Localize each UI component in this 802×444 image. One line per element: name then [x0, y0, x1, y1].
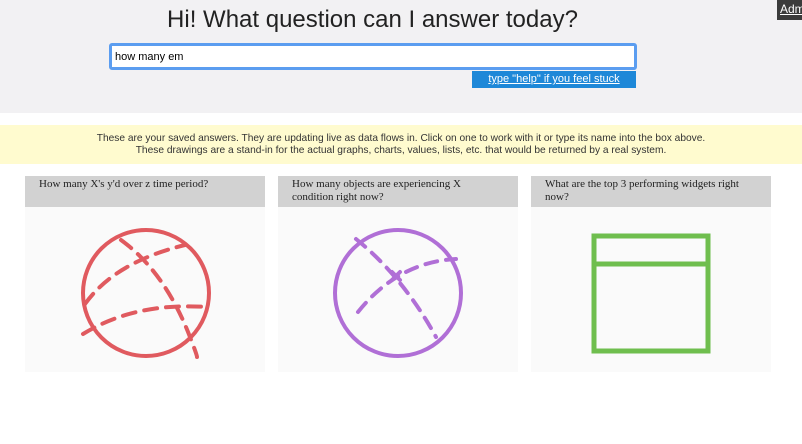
admin-link[interactable]: Admin [777, 0, 802, 20]
saved-answers-notice: These are your saved answers. They are u… [0, 125, 802, 164]
help-button[interactable]: type "help" if you feel stuck [472, 71, 636, 88]
notice-line-2: These drawings are a stand-in for the ac… [135, 145, 667, 156]
card-title: How many X's y'd over z time period? [25, 176, 265, 207]
saved-answer-card[interactable]: How many X's y'd over z time period? [25, 176, 265, 372]
search-input[interactable] [109, 43, 637, 70]
saved-answer-card[interactable]: How many objects are experiencing X cond… [278, 176, 518, 372]
green-table-sketch-icon [591, 233, 711, 354]
header-region: Hi! What question can I answer today? ty… [0, 0, 802, 113]
saved-answer-card[interactable]: What are the top 3 performing widgets ri… [531, 176, 771, 372]
page-title: Hi! What question can I answer today? [167, 6, 578, 33]
card-title: What are the top 3 performing widgets ri… [531, 176, 771, 207]
red-globe-sketch-icon [81, 228, 211, 359]
purple-globe-sketch-icon [333, 228, 463, 358]
notice-line-1: These are your saved answers. They are u… [96, 133, 706, 144]
card-title: How many objects are experiencing X cond… [278, 176, 518, 207]
